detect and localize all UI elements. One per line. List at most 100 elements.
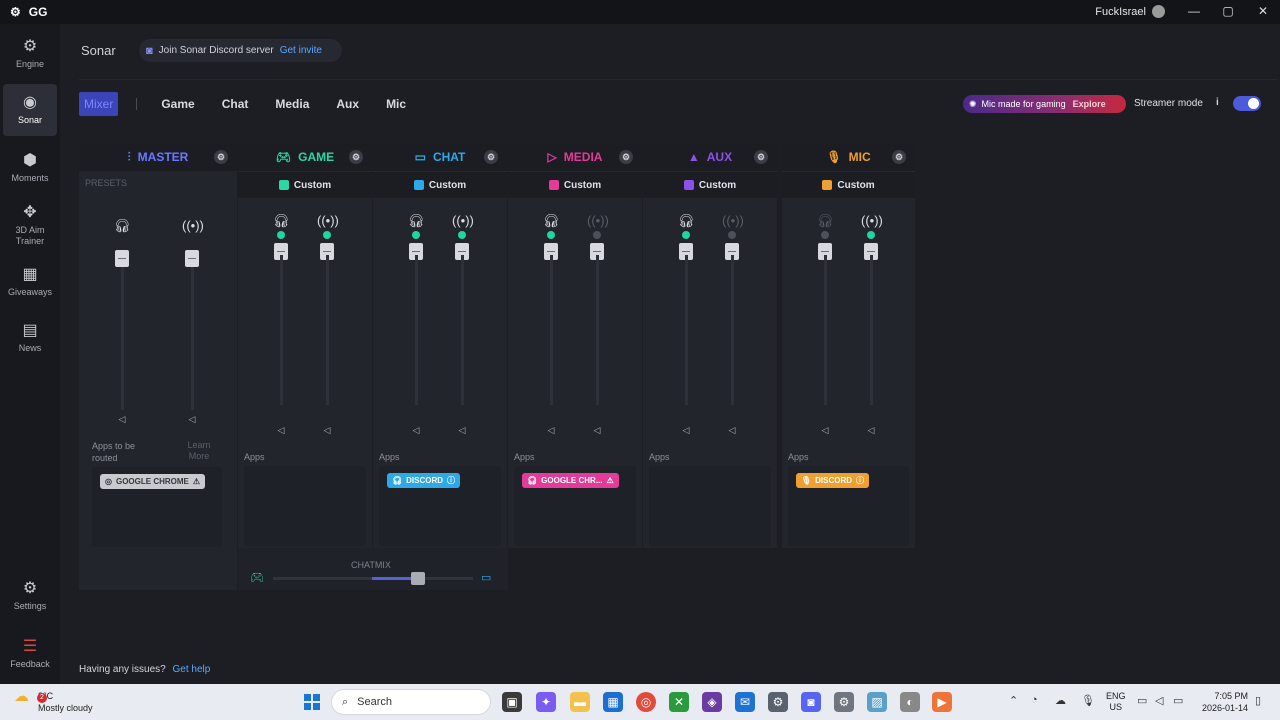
file-explorer-icon[interactable]: ▬ — [570, 692, 590, 712]
volume-track[interactable] — [326, 255, 329, 405]
microphone-icon[interactable]: 🎙︎ — [1081, 694, 1095, 707]
tab-mixer[interactable]: Mixer — [79, 92, 119, 116]
volume-track[interactable] — [121, 260, 124, 410]
gear-icon[interactable]: ⚙ — [349, 150, 363, 164]
gear-icon[interactable]: ⚙ — [892, 150, 906, 164]
volume-track[interactable] — [280, 255, 283, 405]
broadcast-icon[interactable]: ((•)) — [317, 213, 339, 228]
gear-icon[interactable]: ⚙ — [214, 150, 228, 164]
monitor-icon[interactable]: ▭ — [1137, 694, 1147, 707]
chrome-icon[interactable]: ◎ — [636, 692, 656, 712]
sidebar-item-news[interactable]: ▤ News — [3, 322, 57, 358]
get-invite-link[interactable]: Get invite — [280, 45, 322, 56]
volume-track[interactable] — [685, 255, 688, 405]
headphones-off-icon[interactable]: 🎧︎ — [815, 213, 835, 229]
mic-promo-banner[interactable]: ✺ Mic made for gaming Explore — [963, 95, 1126, 113]
volume-icon[interactable]: ◁ — [409, 425, 423, 436]
app-chip-discord[interactable]: 🎧︎ DISCORD ⓘ — [387, 473, 461, 488]
sidebar-item-moments[interactable]: ⬢ Moments — [3, 152, 57, 188]
gear-icon[interactable]: ⚙ — [754, 150, 768, 164]
steelseries-icon[interactable]: ⚙ — [834, 692, 854, 712]
settings-icon[interactable]: ⚙ — [768, 692, 788, 712]
battery-icon[interactable]: ▭ — [1173, 694, 1183, 707]
tray-app-icon[interactable]: ◔ — [1031, 694, 1038, 706]
streamer-mode-toggle[interactable] — [1233, 96, 1261, 111]
volume-track[interactable] — [824, 255, 827, 405]
clock[interactable]: 7:05 PM 2026-01-14 — [1200, 690, 1248, 714]
close-button[interactable]: ✕ — [1253, 4, 1273, 18]
volume-icon[interactable]: ◁ — [274, 425, 288, 436]
volume-icon[interactable]: ◁ — [590, 425, 604, 436]
minimize-button[interactable]: — — [1184, 4, 1204, 18]
volume-icon[interactable]: ◁ — [455, 425, 469, 436]
volume-track[interactable] — [596, 255, 599, 405]
broadcast-icon[interactable]: ((•)) — [452, 213, 474, 228]
headphones-icon[interactable]: 🎧︎ — [406, 213, 426, 229]
broadcast-icon[interactable]: ((•)) — [182, 218, 204, 233]
tab-mic[interactable]: Mic — [386, 97, 406, 111]
headphones-icon[interactable]: 🎧︎ — [271, 213, 291, 229]
app-icon[interactable]: ◈ — [702, 692, 722, 712]
user-profile[interactable]: FuckIsrael — [1095, 5, 1165, 18]
gear-icon[interactable]: ⚙ — [484, 150, 498, 164]
chevron-up-icon[interactable]: ⌃ — [1009, 694, 1018, 707]
sidebar-item-settings[interactable]: ⚙ Settings — [3, 580, 57, 616]
volume-icon[interactable]: ◁ — [115, 414, 129, 425]
volume-icon[interactable]: ◁ — [544, 425, 558, 436]
volume-icon[interactable]: ◁ — [185, 414, 199, 425]
volume-track[interactable] — [550, 255, 553, 405]
app-chip-google-chrome[interactable]: 🎧︎ GOOGLE CHR... ⚠ — [522, 473, 619, 488]
volume-icon[interactable]: ◁ — [818, 425, 832, 436]
start-button[interactable] — [304, 694, 320, 710]
volume-icon[interactable]: ◁ — [320, 425, 334, 436]
headphones-icon[interactable]: 🎧︎ — [541, 213, 561, 229]
sidebar-item-feedback[interactable]: ☰ Feedback — [3, 638, 57, 674]
info-icon[interactable]: i — [1216, 97, 1219, 108]
chat-preset-selector[interactable]: Custom — [373, 171, 507, 198]
headphones-icon[interactable]: 🎧︎ — [676, 213, 696, 229]
discord-invite-banner[interactable]: ◙ Join Sonar Discord server Get invite — [139, 39, 342, 62]
get-help-link[interactable]: Get help — [173, 664, 211, 675]
language-indicator[interactable]: ENG US — [1106, 691, 1126, 713]
volume-slider[interactable] — [185, 250, 199, 267]
chatmix-slider[interactable] — [411, 572, 425, 585]
aux-preset-selector[interactable]: Custom — [643, 171, 777, 198]
taskbar-search[interactable]: ⌕ Search — [331, 689, 491, 715]
sidebar-item-engine[interactable]: ⚙ Engine — [3, 38, 57, 74]
app-icon[interactable]: ◐ — [900, 692, 920, 712]
task-view-icon[interactable]: ▣ — [502, 692, 522, 712]
avatar[interactable] — [1152, 5, 1165, 18]
weather-widget[interactable]: ☁ 2 8°C Mostly cloudy — [14, 689, 93, 714]
sidebar-item-aim-trainer[interactable]: ✥ 3D Aim Trainer — [3, 204, 57, 248]
volume-icon[interactable]: ◁ — [864, 425, 878, 436]
tray-cloud-icon[interactable]: ☁ — [1055, 694, 1066, 707]
app-chip-discord[interactable]: 🎙︎ DISCORD ⓘ — [796, 473, 870, 488]
media-preset-selector[interactable]: Custom — [508, 171, 642, 198]
volume-track[interactable] — [731, 255, 734, 405]
maximize-button[interactable]: ▢ — [1218, 4, 1238, 18]
learn-more-link[interactable]: Learn More — [184, 440, 214, 462]
volume-slider[interactable] — [115, 250, 129, 267]
broadcast-off-icon[interactable]: ((•)) — [722, 213, 744, 228]
tab-media[interactable]: Media — [275, 97, 309, 111]
volume-icon[interactable]: ◁ — [679, 425, 693, 436]
speaker-icon[interactable]: ◁ — [1155, 694, 1163, 707]
notifications-icon[interactable]: ▯ — [1255, 694, 1261, 707]
outlook-icon[interactable]: ✉ — [735, 692, 755, 712]
store-icon[interactable]: ▦ — [603, 692, 623, 712]
tab-game[interactable]: Game — [161, 97, 194, 111]
photos-icon[interactable]: ▨ — [867, 692, 887, 712]
broadcast-icon[interactable]: ((•)) — [861, 213, 883, 228]
tab-aux[interactable]: Aux — [336, 97, 359, 111]
gear-icon[interactable]: ⚙ — [619, 150, 633, 164]
sidebar-item-sonar[interactable]: ◉ Sonar — [3, 84, 57, 136]
volume-track[interactable] — [870, 255, 873, 405]
xbox-icon[interactable]: ✕ — [669, 692, 689, 712]
headphones-icon[interactable]: 🎧︎ — [112, 218, 132, 234]
volume-icon[interactable]: ◁ — [725, 425, 739, 436]
app-chip-google-chrome[interactable]: ◎ GOOGLE CHROME ⚠ — [100, 474, 206, 489]
media-player-icon[interactable]: ▶ — [932, 692, 952, 712]
volume-track[interactable] — [415, 255, 418, 405]
broadcast-off-icon[interactable]: ((•)) — [587, 213, 609, 228]
discord-icon[interactable]: ◙ — [801, 692, 821, 712]
